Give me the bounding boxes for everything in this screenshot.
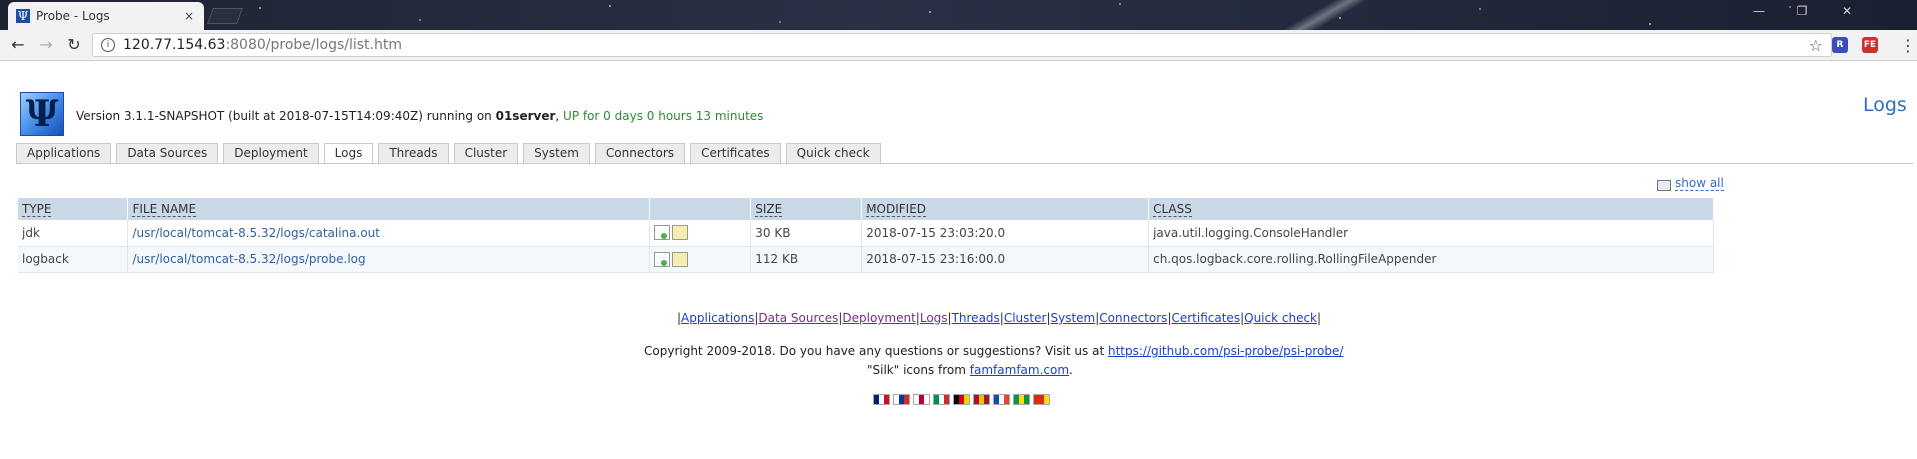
footer-link-cluster[interactable]: Cluster [1004,311,1047,325]
table-header-row: TYPE FILE NAME SIZE MODIFIED CLASS [18,198,1714,220]
footer-link-threads[interactable]: Threads [952,311,1000,325]
download-log-icon[interactable] [654,251,671,267]
footer-link-data-sources[interactable]: Data Sources [758,311,838,325]
tab-quick-check[interactable]: Quick check [785,143,881,163]
log-file-link[interactable]: /usr/local/tomcat-8.5.32/logs/catalina.o… [127,220,651,247]
de-flag[interactable] [953,394,970,405]
es-flag[interactable] [973,394,990,405]
footer-link-quick-check[interactable]: Quick check [1244,311,1317,325]
log-actions [649,246,752,273]
log-class: java.util.logging.ConsoleHandler [1148,220,1714,247]
probe-favicon-icon: Ψ [16,9,30,23]
column-header-actions [649,198,752,220]
log-actions [649,220,752,247]
fr-flag[interactable] [993,394,1010,405]
forward-arrow-icon[interactable]: → [36,35,56,55]
bookmark-star-icon[interactable]: ☆ [1809,36,1823,55]
extension-fe-icon[interactable]: FE [1862,37,1878,53]
log-modified: 2018-07-15 23:03:20.0 [861,220,1150,247]
restore-icon[interactable]: ❐ [1782,4,1822,18]
footer-link-system[interactable]: System [1050,311,1095,325]
it-flag[interactable] [933,394,950,405]
tabs-divider [16,163,1913,164]
tab-system[interactable]: System [523,143,590,163]
column-header-modified[interactable]: MODIFIED [861,198,1150,220]
tab-applications[interactable]: Applications [16,143,112,163]
github-link[interactable]: https://github.com/psi-probe/psi-probe/ [1108,344,1343,358]
window-icon [1657,180,1671,191]
log-type: jdk [18,220,129,247]
silk-text: "Silk" icons from [867,363,970,377]
copyright-text: Copyright 2009-2018. Do you have any que… [644,344,1108,358]
view-log-icon[interactable] [672,225,689,241]
footer-link-logs[interactable]: Logs [920,311,948,325]
log-type: logback [18,246,129,273]
window-close-icon[interactable]: ✕ [1827,4,1867,18]
minimize-icon[interactable]: — [1739,4,1779,18]
uptime-status: UP for 0 days 0 hours 13 minutes [563,109,764,123]
copyright-notice: Copyright 2009-2018. Do you have any que… [644,344,1343,358]
version-info: Version 3.1.1-SNAPSHOT (built at 2018-07… [76,109,763,123]
logs-table: TYPE FILE NAME SIZE MODIFIED CLASS jdk /… [18,198,1714,273]
cn-flag[interactable] [1033,394,1050,405]
show-all-control[interactable]: show all [1657,176,1724,191]
page-title: Logs [1863,94,1907,116]
show-all-link[interactable]: show all [1675,176,1724,191]
tab-logs[interactable]: Logs [323,143,374,164]
version-separator: , [555,109,564,123]
column-header-size[interactable]: SIZE [750,198,863,220]
tab-cluster[interactable]: Cluster [453,143,519,163]
silk-credit: "Silk" icons from famfamfam.com. [867,363,1073,377]
browser-menu-icon[interactable]: ⋮ [1900,36,1916,55]
br-flag[interactable] [1013,394,1030,405]
browser-toolbar: ← → ↻ i 120.77.154.63:8080/probe/logs/li… [0,30,1917,61]
tab-connectors[interactable]: Connectors [594,143,686,163]
psi-probe-logo: Ψ [20,92,64,136]
tab-deployment[interactable]: Deployment [223,143,319,163]
footer-link-deployment[interactable]: Deployment [842,311,915,325]
view-log-icon[interactable] [672,251,689,267]
extension-r-icon[interactable]: R [1832,37,1848,53]
tab-close-icon[interactable]: × [182,9,196,23]
back-arrow-icon[interactable]: ← [8,35,28,55]
url-path: :8080/probe/logs/list.htm [225,37,402,53]
tab-data-sources[interactable]: Data Sources [116,143,219,163]
log-size: 112 KB [750,246,863,273]
tab-title: Probe - Logs [36,9,110,23]
address-bar[interactable]: i 120.77.154.63:8080/probe/logs/list.htm… [92,33,1832,57]
log-class: ch.qos.logback.core.rolling.RollingFileA… [1148,246,1714,273]
ru-flag[interactable] [893,394,910,405]
tab-threads[interactable]: Threads [378,143,449,163]
column-header-type[interactable]: TYPE [18,198,129,220]
footer-link-connectors[interactable]: Connectors [1099,311,1167,325]
log-file-link[interactable]: /usr/local/tomcat-8.5.32/logs/probe.log [127,246,651,273]
server-name: 01server [495,109,556,123]
table-row: logback /usr/local/tomcat-8.5.32/logs/pr… [18,246,1714,273]
site-info-icon[interactable]: i [101,38,115,52]
log-modified: 2018-07-15 23:16:00.0 [861,246,1150,273]
famfamfam-link[interactable]: famfamfam.com [970,363,1069,377]
language-flags [873,394,1050,405]
uk-flag[interactable] [873,394,890,405]
browser-title-bar: Ψ Probe - Logs × — ❐ ✕ [0,0,1917,30]
main-nav-tabs: Applications Data Sources Deployment Log… [16,143,886,164]
version-text: Version 3.1.1-SNAPSHOT (built at 2018-07… [76,109,496,123]
background-decoration [1265,0,1385,30]
column-header-file-name[interactable]: FILE NAME [127,198,651,220]
reload-icon[interactable]: ↻ [64,35,84,55]
footer-link-certificates[interactable]: Certificates [1171,311,1240,325]
column-header-class[interactable]: CLASS [1148,198,1714,220]
footer-link-applications[interactable]: Applications [681,311,754,325]
log-size: 30 KB [750,220,863,247]
url-host: 120.77.154.63 [123,37,226,53]
tab-certificates[interactable]: Certificates [690,143,781,163]
browser-tab[interactable]: Ψ Probe - Logs × [8,2,204,30]
download-log-icon[interactable] [654,225,671,241]
table-row: jdk /usr/local/tomcat-8.5.32/logs/catali… [18,220,1714,247]
new-tab-button[interactable] [207,8,243,24]
jp-flag[interactable] [913,394,930,405]
footer-nav: |Applications|Data Sources|Deployment|Lo… [677,311,1322,325]
